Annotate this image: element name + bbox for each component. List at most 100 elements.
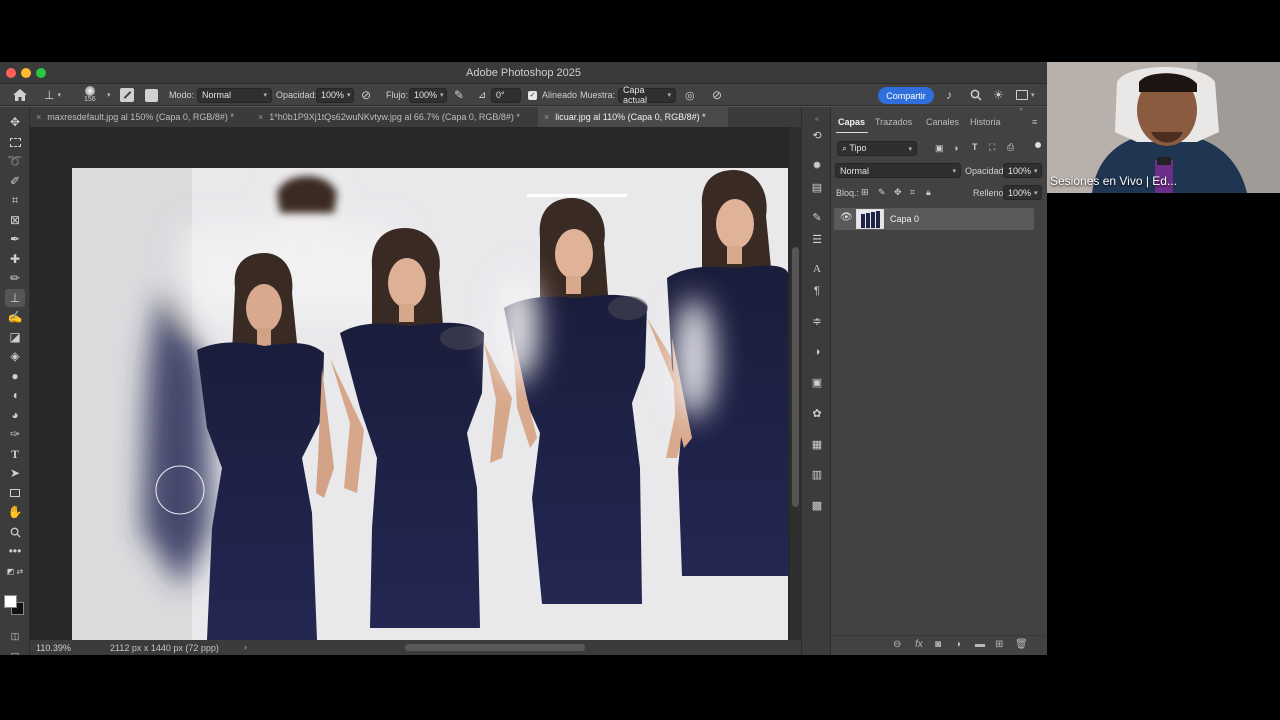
ignore-adjustment-layers-icon[interactable]: ◎	[685, 84, 695, 106]
filter-smart-object-icon[interactable]: ⎙	[1007, 142, 1014, 153]
lock-artboard-icon[interactable]: ⌗	[910, 187, 915, 198]
color-icon[interactable]: ◑	[809, 344, 825, 360]
screen-mode-icon[interactable]: ▭	[5, 645, 25, 656]
marquee-icon[interactable]	[5, 133, 25, 151]
tab-h0b1p9xj[interactable]: × 1*h0b1P9Xj1tQs62wuNKvtyw.jpg al 66.7% (…	[252, 107, 538, 127]
more-tools-icon[interactable]: •••	[5, 542, 25, 560]
history-brush-icon[interactable]: ✍	[5, 308, 25, 326]
document-image[interactable]	[72, 168, 788, 640]
path-select-icon[interactable]: ➤	[5, 464, 25, 482]
pressure-size-icon[interactable]: ⊘	[712, 84, 722, 106]
add-mask-icon[interactable]: ◙	[935, 639, 941, 650]
history-icon[interactable]: ⟲	[809, 127, 825, 143]
workspace-icon[interactable]: ▾	[1016, 84, 1035, 106]
new-adjustment-icon[interactable]: ◑	[955, 639, 961, 650]
properties-icon[interactable]: ☰	[809, 231, 825, 247]
filter-adjustment-icon[interactable]: ◑	[953, 143, 958, 153]
tab-canales[interactable]: Canales	[926, 117, 959, 127]
brightness-icon[interactable]: ✹	[809, 157, 825, 173]
tab-historia[interactable]: Historia	[970, 117, 1001, 127]
quick-mask-icon[interactable]: ◫	[5, 627, 25, 645]
sample-select[interactable]: Capa actual ▾	[618, 85, 676, 105]
tool-preset-picker[interactable]: ⊥ ▾	[44, 84, 61, 106]
foreground-color-swatch[interactable]	[4, 595, 17, 608]
eraser-icon[interactable]: ◪	[5, 328, 25, 346]
frame-icon[interactable]: ⊠	[5, 211, 25, 229]
panel-menu-icon[interactable]: ≡	[1032, 117, 1037, 127]
opacity-field[interactable]: 100% ▾	[316, 87, 354, 103]
share-button[interactable]: Compartir	[878, 87, 934, 104]
layer-filter-select[interactable]: ⌕ Tipo ▾	[837, 141, 917, 156]
crop-icon[interactable]: ⌗	[5, 191, 25, 209]
blend-mode-select[interactable]: Normal ▾	[835, 163, 961, 178]
lock-transparency-icon[interactable]: ⊞	[861, 187, 869, 198]
rectangle-icon[interactable]	[5, 484, 25, 502]
glyphs-icon[interactable]: ✿	[809, 405, 825, 421]
clone-source-panel-icon[interactable]	[145, 84, 158, 106]
clone-stamp-icon[interactable]: ⊥	[5, 289, 25, 307]
brush-settings-icon[interactable]: ✎	[809, 209, 825, 225]
healing-icon[interactable]: ✚	[5, 250, 25, 268]
lock-all-icon[interactable]: 🔒︎	[926, 187, 931, 198]
brush-dropdown-icon[interactable]: ▾	[107, 91, 111, 99]
blur-icon[interactable]: ●	[5, 367, 25, 385]
brush-settings-toggle-icon[interactable]	[120, 84, 134, 106]
layer-name[interactable]: Capa 0	[890, 214, 919, 224]
canvas-area[interactable]	[30, 127, 790, 640]
link-layers-icon[interactable]: ⊖	[893, 639, 901, 650]
gradients-icon[interactable]: ▥	[809, 466, 825, 482]
layer-row[interactable]: 👁︎ Capa 0	[834, 208, 1034, 230]
new-group-icon[interactable]: ▬	[975, 639, 985, 650]
lock-pixels-icon[interactable]: ✎	[878, 187, 886, 198]
aligned-checkbox[interactable]: ✓	[528, 84, 537, 106]
eye-icon[interactable]: 👁︎	[840, 212, 853, 223]
adjustments-icon[interactable]: ≑	[809, 313, 825, 329]
fx-icon[interactable]: fx	[915, 639, 923, 650]
new-layer-icon[interactable]: ⊞	[995, 639, 1003, 650]
mode-select[interactable]: Normal ▾	[197, 87, 272, 103]
filter-toggle-icon[interactable]	[1035, 142, 1041, 148]
bell-icon[interactable]: ♪	[946, 84, 952, 106]
flow-field[interactable]: 100% ▾	[409, 87, 447, 103]
tab-licuar[interactable]: × licuar.jpg al 110% (Capa 0, RGB/8#) *	[538, 107, 728, 127]
status-expand-icon[interactable]: ›	[244, 642, 247, 652]
filter-pixel-icon[interactable]: ▣	[935, 143, 944, 154]
tab-maxresdefault[interactable]: × maxresdefault.jpg al 150% (Capa 0, RGB/…	[30, 107, 252, 127]
brush-preset-picker[interactable]: 156	[84, 84, 96, 106]
paint-bucket-icon[interactable]: ◈	[5, 347, 25, 365]
brush-icon[interactable]: ✏	[5, 269, 25, 287]
sponge-icon[interactable]: ◕	[5, 406, 25, 424]
angle-field[interactable]: 0°	[491, 87, 521, 103]
zoom-level[interactable]: 110.39%	[36, 643, 71, 653]
search-icon[interactable]	[970, 84, 982, 106]
quick-select-icon[interactable]: ✐	[5, 172, 25, 190]
tab-capas[interactable]: Capas	[838, 117, 865, 127]
home-icon[interactable]	[12, 84, 28, 106]
layer-opacity-field[interactable]: 100% ▾	[1003, 163, 1042, 178]
scroll-thumb[interactable]	[792, 247, 799, 507]
fill-field[interactable]: 100% ▾	[1003, 185, 1042, 200]
patterns-icon[interactable]: ▩	[809, 497, 825, 513]
pressure-opacity-icon[interactable]: ⊘	[361, 84, 371, 106]
discover-icon[interactable]: ☀	[993, 84, 1004, 106]
lock-position-icon[interactable]: ✥	[894, 187, 902, 198]
actions-icon[interactable]: ▤	[809, 179, 825, 195]
horizontal-scroll-thumb[interactable]	[405, 644, 585, 651]
panel-collapse-icon[interactable]: »	[1019, 106, 1023, 113]
lasso-icon[interactable]: ➰	[5, 152, 25, 170]
filter-type-icon[interactable]: T	[972, 142, 978, 152]
default-colors-icon[interactable]: ◩ ⇄	[5, 562, 25, 580]
type-icon[interactable]: T	[5, 445, 25, 463]
libraries-icon[interactable]: ▣	[809, 374, 825, 390]
pen-icon[interactable]: ✑	[5, 425, 25, 443]
collapse-panels-icon[interactable]: «	[809, 111, 825, 127]
hand-icon[interactable]: ✋	[5, 503, 25, 521]
close-tab-icon[interactable]: ×	[258, 112, 263, 122]
paragraph-icon[interactable]: ¶	[809, 283, 825, 299]
tab-trazados[interactable]: Trazados	[875, 117, 912, 127]
eyedropper-icon[interactable]: ✒	[5, 230, 25, 248]
character-icon[interactable]: A	[809, 261, 825, 277]
filter-shape-icon[interactable]: ⛶	[989, 142, 995, 153]
zoom-icon[interactable]	[5, 523, 25, 541]
vertical-scrollbar[interactable]	[790, 127, 801, 640]
